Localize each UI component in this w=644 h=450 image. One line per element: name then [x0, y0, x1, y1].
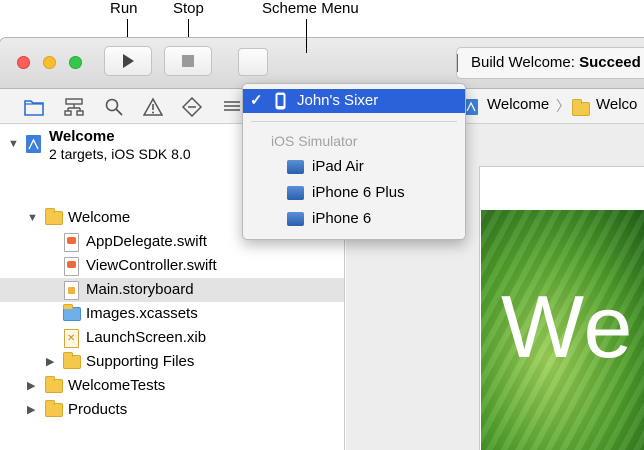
asset-catalog-icon: [63, 304, 81, 321]
tree-row-supporting-files[interactable]: ▶ Supporting Files: [0, 350, 344, 374]
disclosure-open-icon[interactable]: ▼: [8, 132, 19, 156]
jump-bar-project[interactable]: Welcome: [487, 96, 549, 113]
disclosure-closed-icon[interactable]: ▶: [27, 398, 35, 422]
folder-icon: [572, 99, 590, 116]
project-file-icon: [26, 135, 41, 153]
background-image: We: [481, 210, 644, 450]
scheme-menu: ✓ John's Sixer iOS Simulator iPad Air iP…: [242, 83, 466, 240]
simulator-section-header: iOS Simulator: [243, 129, 465, 153]
hierarchy-icon[interactable]: [64, 97, 84, 117]
tree-row-images[interactable]: Images.xcassets: [0, 302, 344, 326]
jump-bar-folder[interactable]: Welco: [596, 96, 637, 113]
scheme-item-label: John's Sixer: [297, 92, 379, 109]
folder-icon: [45, 376, 63, 393]
debug-icon[interactable]: [222, 97, 242, 117]
scheme-menu-callout: Scheme Menu: [262, 0, 359, 17]
disclosure-open-icon[interactable]: ▼: [27, 206, 38, 230]
iphone-icon: [275, 92, 286, 110]
xcode-window: Build Welcome: Succeed Welcome 〉 Welco ▼…: [0, 38, 644, 450]
folder-icon: [45, 208, 63, 225]
stop-callout: Stop: [173, 0, 204, 17]
scheme-selector[interactable]: [238, 48, 268, 76]
xib-file-icon: ✕: [64, 329, 79, 348]
project-subtitle: 2 targets, iOS SDK 8.0: [49, 146, 191, 162]
stop-button[interactable]: [164, 46, 212, 76]
search-icon[interactable]: [104, 97, 124, 117]
simulator-icon: [287, 160, 304, 174]
activity-separator: [457, 54, 458, 72]
tree-label: Products: [68, 401, 128, 418]
tree-row-view-controller[interactable]: ViewController.swift: [0, 254, 344, 278]
storyboard-file-icon: [64, 281, 79, 300]
test-icon[interactable]: [182, 97, 202, 117]
simulator-item-ipad-air[interactable]: iPad Air: [243, 155, 465, 179]
simulator-icon: [287, 212, 304, 226]
simulator-label: iPad Air: [312, 158, 364, 175]
tree-label: WelcomeTests: [68, 377, 166, 394]
toolbar: Build Welcome: Succeed: [0, 38, 644, 89]
tree-label: ViewController.swift: [86, 257, 217, 274]
swift-file-icon: [64, 233, 79, 252]
warning-icon[interactable]: [143, 97, 163, 117]
folder-icon: [63, 352, 81, 369]
activity-status: Succeed: [579, 54, 641, 71]
tree-row-main-storyboard[interactable]: Main.storyboard: [0, 278, 344, 302]
simulator-icon: [287, 186, 304, 200]
tree-label: Main.storyboard: [86, 281, 194, 298]
tree-label: LaunchScreen.xib: [86, 329, 207, 346]
tree-label: Images.xcassets: [86, 305, 198, 322]
simulator-label: iPhone 6: [312, 210, 372, 227]
chevron-right-icon: 〉: [556, 98, 570, 114]
welcome-label: We: [501, 277, 634, 376]
activity-viewer: Build Welcome: Succeed: [456, 47, 644, 79]
play-icon: [123, 54, 134, 68]
view-controller-scene[interactable]: We: [479, 166, 644, 450]
menu-separator: [251, 121, 457, 122]
simulator-item-iphone-6-plus[interactable]: iPhone 6 Plus: [243, 181, 465, 205]
tree-row-products[interactable]: ▶ Products: [0, 398, 344, 422]
folder-icon: [45, 400, 63, 417]
activity-label: Build Welcome:: [471, 54, 580, 71]
simulator-item-iphone-6[interactable]: iPhone 6: [243, 207, 465, 231]
checkmark-icon: ✓: [250, 92, 263, 109]
tree-row-welcome-tests[interactable]: ▶ WelcomeTests: [0, 374, 344, 398]
close-window-button[interactable]: [17, 56, 30, 69]
disclosure-closed-icon[interactable]: ▶: [27, 374, 35, 398]
swift-file-icon: [64, 257, 79, 276]
scheme-menu-callout-line: [306, 19, 307, 53]
run-button[interactable]: [104, 46, 152, 76]
section-header-label: iOS Simulator: [271, 133, 358, 149]
tree-label: Welcome: [68, 209, 131, 226]
simulator-label: iPhone 6 Plus: [312, 184, 405, 201]
folder-icon[interactable]: [24, 97, 44, 117]
scheme-item-johns-sixer[interactable]: ✓ John's Sixer: [243, 89, 465, 113]
run-callout: Run: [110, 0, 138, 17]
stop-icon: [182, 55, 194, 67]
tree-row-launch-screen[interactable]: ✕ LaunchScreen.xib: [0, 326, 344, 350]
tree-label: AppDelegate.swift: [86, 233, 207, 250]
tree-label: Supporting Files: [86, 353, 195, 370]
disclosure-closed-icon[interactable]: ▶: [46, 350, 54, 374]
minimize-window-button[interactable]: [43, 56, 56, 69]
zoom-window-button[interactable]: [69, 56, 82, 69]
